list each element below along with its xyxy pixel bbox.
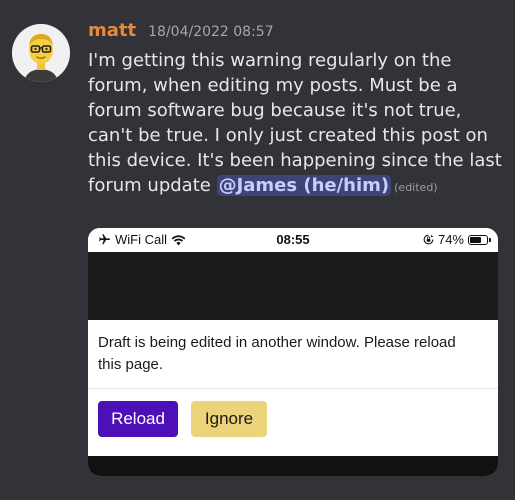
message-header: matt 18/04/2022 08:57 bbox=[88, 20, 274, 41]
user-mention[interactable]: @James (he/him) bbox=[216, 175, 392, 196]
status-right: 74% bbox=[423, 232, 491, 247]
ignore-button[interactable]: Ignore bbox=[191, 401, 267, 437]
reload-button[interactable]: Reload bbox=[98, 401, 178, 437]
edited-label: (edited) bbox=[394, 181, 438, 194]
battery-percent: 74% bbox=[437, 232, 464, 247]
draft-warning-dialog: Draft is being edited in another window.… bbox=[88, 320, 498, 456]
username[interactable]: matt bbox=[88, 20, 136, 41]
message-content: I'm getting this warning regularly on th… bbox=[88, 48, 508, 200]
phone-status-bar: WiFi Call 08:55 74% bbox=[88, 228, 498, 252]
avatar[interactable] bbox=[12, 24, 70, 82]
orientation-lock-icon bbox=[423, 234, 434, 245]
memoji-avatar-icon bbox=[12, 24, 70, 82]
battery-cap bbox=[489, 237, 491, 242]
battery-fill bbox=[470, 236, 482, 243]
timestamp: 18/04/2022 08:57 bbox=[148, 24, 274, 40]
dialog-divider bbox=[88, 388, 498, 389]
attached-screenshot[interactable]: WiFi Call 08:55 74% Draft is being edite… bbox=[88, 228, 498, 476]
obscured-page-bottom bbox=[88, 456, 498, 476]
dialog-message: Draft is being edited in another window.… bbox=[98, 334, 456, 373]
battery-icon bbox=[468, 234, 491, 245]
obscured-page-content bbox=[88, 252, 498, 320]
